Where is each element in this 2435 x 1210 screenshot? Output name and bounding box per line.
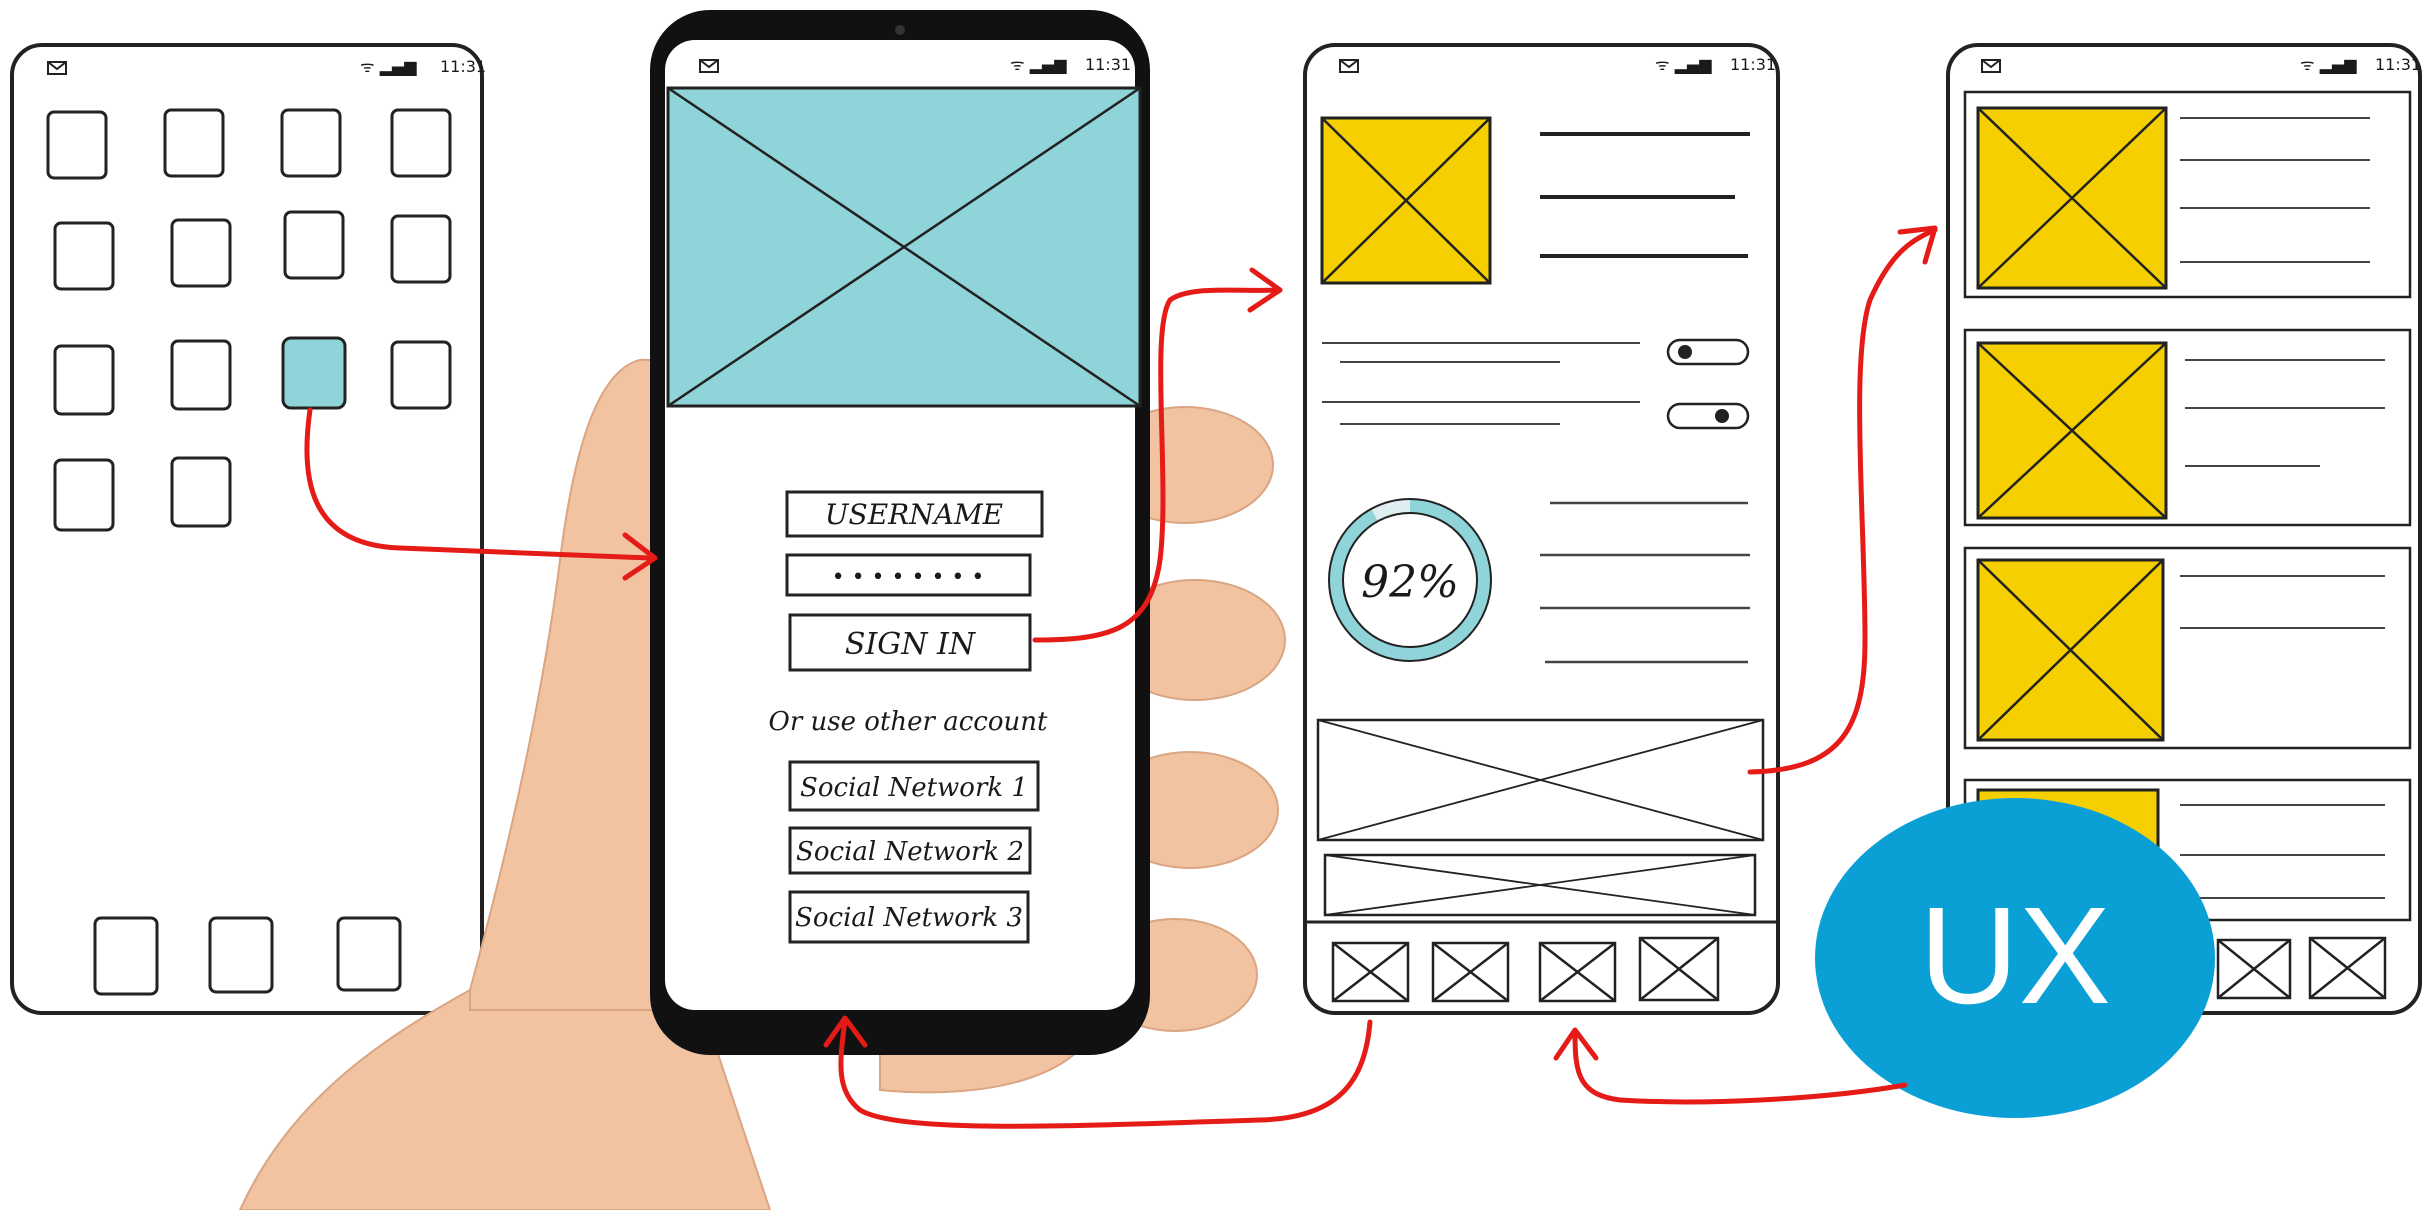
tab-icon[interactable]: [1431, 941, 1510, 1003]
tab-icon[interactable]: [1538, 941, 1617, 1003]
social-network-button-2[interactable]: Social Network 2: [788, 826, 1032, 875]
front-camera: [895, 25, 905, 35]
sign-in-label: SIGN IN: [845, 627, 977, 662]
tab-icon[interactable]: [2308, 936, 2387, 1000]
list-item[interactable]: [1963, 328, 2412, 527]
status-signal: ᯤ ▂▄▆: [1010, 55, 1067, 74]
toggle-switch-1[interactable]: [1666, 338, 1750, 366]
alternate-login-prompt: Or use other account: [769, 707, 1048, 737]
detail-screen-wireframe: ᯤ ▂▄▆ 11:31 92%: [1303, 43, 1780, 1015]
tab-icon[interactable]: [1331, 941, 1410, 1003]
tab-icon[interactable]: [1638, 936, 1720, 1002]
hero-image-placeholder: [666, 86, 1142, 408]
social-network-label: Social Network 2: [796, 837, 1024, 867]
toggle-switch-2[interactable]: [1666, 402, 1750, 430]
phone-device: ᯤ ▂▄▆ 11:31 USERNAME • • • • • • • • SIG…: [650, 10, 1150, 1055]
list-item[interactable]: [1963, 90, 2412, 299]
ux-wireframe-scene: ᯤ ▂▄▆ 11:31 ᯤ ▂▄▆ 11:31 USERNAME • • • •…: [10, 10, 2422, 1210]
home-screen-wireframe: ᯤ ▂▄▆ 11:31: [10, 43, 486, 1015]
banner-image-placeholder: [1323, 853, 1757, 917]
username-placeholder: USERNAME: [825, 498, 1003, 531]
social-network-label: Social Network 1: [800, 773, 1028, 803]
status-signal: ᯤ ▂▄▆: [1655, 55, 1712, 74]
social-network-button-3[interactable]: Social Network 3: [788, 890, 1030, 944]
status-signal: ᯤ ▂▄▆: [360, 57, 417, 76]
ux-badge-label: UX: [1919, 879, 2111, 1033]
social-network-label: Social Network 3: [795, 903, 1023, 933]
status-time: 11:31: [2375, 55, 2421, 74]
social-network-button-1[interactable]: Social Network 1: [788, 760, 1040, 812]
list-item[interactable]: [1963, 546, 2412, 750]
username-field[interactable]: USERNAME: [785, 490, 1044, 538]
status-time: 11:31: [1730, 55, 1776, 74]
tab-icon[interactable]: [2216, 938, 2292, 1000]
password-field[interactable]: • • • • • • • •: [785, 553, 1032, 597]
selected-app-icon[interactable]: [281, 336, 347, 410]
status-signal: ᯤ ▂▄▆: [2300, 55, 2357, 74]
progress-label: 92%: [1361, 557, 1459, 608]
sign-in-button[interactable]: SIGN IN: [788, 613, 1032, 672]
ux-badge: UX: [1815, 798, 2215, 1118]
password-mask: • • • • • • • •: [832, 565, 985, 590]
status-time: 11:31: [1085, 55, 1131, 74]
status-time: 11:31: [440, 57, 486, 76]
yellow-image-placeholder: [1320, 116, 1492, 285]
banner-image-placeholder: [1316, 718, 1765, 842]
